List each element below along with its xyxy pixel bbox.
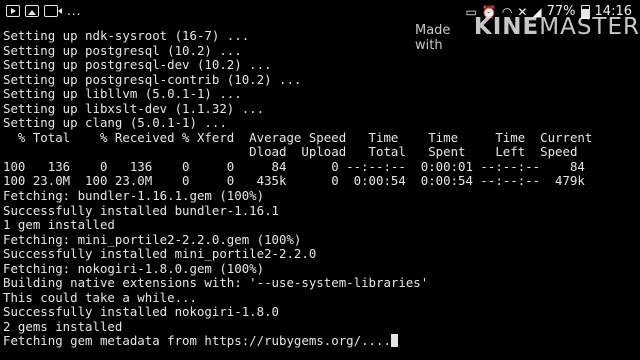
terminal-line: 100 136 0 136 0 0 84 0 --:--:-- 0:00:01 … — [3, 158, 585, 174]
terminal-line: Successfully installed bundler-1.16.1 — [3, 202, 280, 218]
terminal-line: Setting up postgresql-dev (10.2) ... — [3, 57, 272, 73]
terminal-line: % Total % Received % Xferd Average Speed… — [3, 129, 593, 145]
terminal-line: Building native extensions with: '--use-… — [3, 275, 429, 291]
terminal-line: Setting up clang (5.0.1-1) ... — [3, 115, 227, 131]
terminal-line: Setting up ndk-sysroot (16-7) ... — [3, 28, 250, 43]
gallery-icon — [25, 5, 39, 17]
terminal-line: 2 gems installed — [3, 318, 123, 334]
terminal-line: 1 gem installed — [3, 217, 115, 233]
terminal-line: Setting up postgresql-contrib (10.2) ... — [3, 71, 302, 87]
terminal-line: Successfully installed mini_portile2-2.2… — [3, 246, 317, 262]
terminal-line: Setting up libxslt-dev (1.1.32) ... — [3, 100, 265, 116]
prompt-text: Fetching gem metadata from https://rubyg… — [3, 333, 391, 349]
terminal-line: Successfully installed nokogiri-1.8.0 — [3, 304, 280, 320]
terminal-line: Setting up libllvm (5.0.1-1) ... — [3, 86, 242, 102]
terminal-line: Setting up postgresql (10.2) ... — [3, 42, 242, 58]
terminal-output[interactable]: Setting up ndk-sysroot (16-7) ... Setting… — [3, 28, 637, 349]
more-notifications-icon: ... — [67, 4, 82, 18]
terminal-line: This could take a while... — [3, 289, 197, 305]
text-cursor — [390, 334, 398, 348]
terminal-line: Fetching: nokogiri-1.8.0.gem (100%) — [3, 260, 265, 276]
terminal-line: Fetching: mini_portile2-2.2.0.gem (100%) — [3, 231, 302, 247]
terminal-prompt-line: Fetching gem metadata from https://rubyg… — [3, 334, 637, 349]
youtube-play-icon — [6, 5, 20, 17]
terminal-line: 100 23.0M 100 23.0M 0 0 435k 0 0:00:54 0… — [3, 173, 585, 189]
terminal-line: Dload Upload Total Spent Left Speed — [3, 144, 578, 160]
terminal-line: Fetching: bundler-1.16.1.gem (100%) — [3, 188, 265, 204]
video-camera-icon — [44, 5, 62, 17]
notification-icons: ... — [6, 5, 81, 17]
